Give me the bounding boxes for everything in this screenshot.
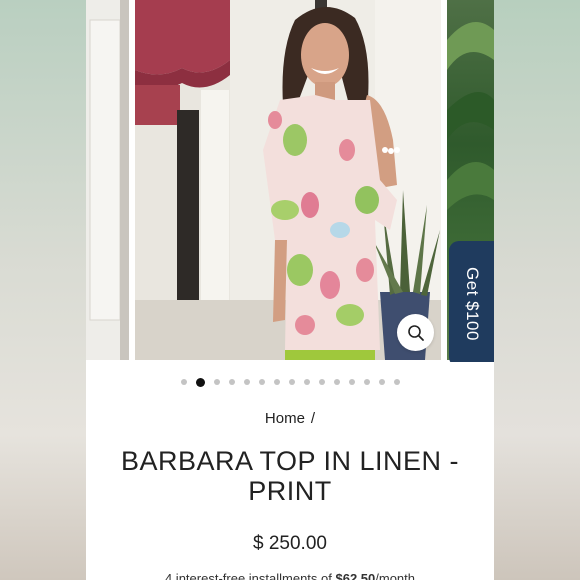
carousel-slide-main[interactable] [135, 0, 441, 360]
installment-suffix: /month [375, 571, 416, 580]
carousel-slide-previous[interactable] [86, 0, 129, 360]
breadcrumb-home-link[interactable]: Home [265, 410, 305, 427]
carousel-dot-active[interactable] [195, 377, 205, 387]
product-title: BARBARA TOP IN LINEN - PRINT [120, 446, 460, 506]
breadcrumb: Home / [86, 410, 494, 427]
product-page: Get $100 Home / BARBARA TOP IN LINEN - PR… [86, 0, 494, 580]
carousel-dot[interactable] [318, 379, 325, 385]
breadcrumb-separator: / [310, 410, 316, 427]
carousel-dot[interactable] [363, 379, 370, 385]
installment-info: 4 interest-free installments of $62.50/m… [86, 571, 494, 580]
building-wall-illustration [86, 0, 129, 360]
carousel-dot[interactable] [303, 379, 310, 385]
carousel-dot[interactable] [213, 379, 220, 385]
carousel-dot[interactable] [228, 379, 235, 385]
product-price: $ 250.00 [253, 533, 327, 554]
promo-tab[interactable]: Get $100 [449, 241, 494, 362]
promo-label: Get $100 [462, 267, 482, 341]
carousel-dot[interactable] [273, 379, 280, 385]
magnifier-icon [407, 324, 424, 341]
carousel-dot[interactable] [378, 379, 385, 385]
installment-prefix: 4 interest-free installments of [164, 571, 332, 580]
carousel-dot[interactable] [258, 379, 265, 385]
installment-amount: $62.50 [335, 571, 376, 580]
carousel-dot[interactable] [243, 379, 250, 385]
product-image-carousel[interactable]: Get $100 [86, 0, 494, 362]
carousel-dot[interactable] [348, 379, 355, 385]
product-photo [135, 0, 441, 360]
carousel-dot[interactable] [393, 379, 400, 385]
background-left [0, 0, 86, 580]
carousel-dot[interactable] [288, 379, 295, 385]
carousel-pagination [86, 376, 494, 388]
carousel-dot[interactable] [333, 379, 340, 385]
background-right [494, 0, 580, 580]
carousel-dot[interactable] [180, 379, 187, 385]
zoom-button[interactable] [397, 314, 434, 351]
